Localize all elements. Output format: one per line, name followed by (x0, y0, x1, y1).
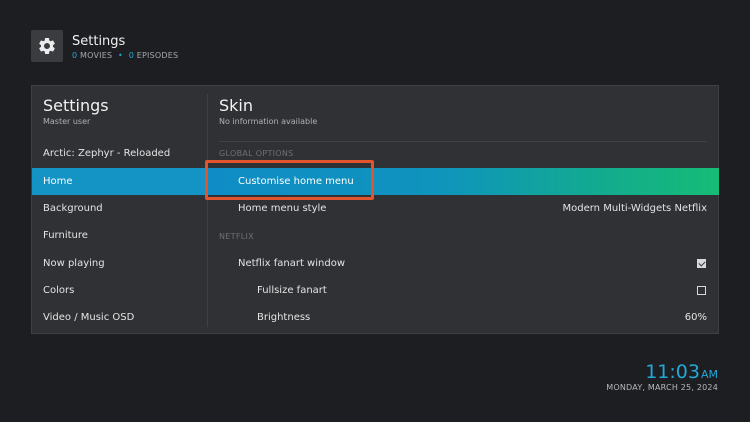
separator-dot: • (118, 51, 123, 60)
category-background[interactable]: Background (32, 195, 207, 222)
clock-time: 11:03 (645, 361, 700, 383)
right-panel-subtitle: No information available (219, 117, 318, 126)
library-counts: 0 MOVIES • 0 EPISODES (72, 51, 178, 60)
category-furniture[interactable]: Furniture (32, 222, 207, 249)
settings-panel: Settings Master user Arctic: Zephyr - Re… (31, 85, 719, 334)
option-value: 60% (684, 312, 707, 323)
episodes-label: EPISODES (136, 51, 179, 60)
gear-icon (39, 37, 55, 54)
movies-label: MOVIES (80, 51, 113, 60)
section-global-options: GLOBAL OPTIONS (219, 149, 294, 158)
category-skin-name[interactable]: Arctic: Zephyr - Reloaded (32, 140, 207, 167)
option-label: Brightness (257, 312, 311, 323)
movies-count: 0 (72, 51, 78, 60)
category-now-playing[interactable]: Now playing (32, 250, 207, 277)
left-panel-subtitle: Master user (43, 117, 91, 126)
clock-date: MONDAY, MARCH 25, 2024 (606, 383, 718, 392)
option-fullsize-fanart[interactable]: Fullsize fanart (208, 277, 719, 304)
option-label: Netflix fanart window (238, 258, 345, 269)
category-home[interactable]: Home (32, 168, 207, 195)
right-header-divider (219, 141, 707, 142)
section-netflix: NETFLIX (219, 232, 254, 241)
highlight-annotation-box (205, 160, 374, 200)
left-panel-title: Settings (43, 96, 109, 115)
settings-tile (31, 30, 63, 62)
category-video-music-osd[interactable]: Video / Music OSD (32, 304, 207, 331)
option-netflix-fanart-window[interactable]: Netflix fanart window (208, 250, 719, 277)
option-value: Modern Multi-Widgets Netflix (562, 203, 708, 214)
clock-ampm: AM (700, 368, 718, 381)
checkbox-checked-icon[interactable] (697, 259, 706, 268)
option-label: Fullsize fanart (257, 285, 327, 296)
page-title: Settings (72, 34, 126, 49)
category-colors[interactable]: Colors (32, 277, 207, 304)
clock: 11:03AM (645, 361, 718, 383)
right-panel-title: Skin (219, 96, 254, 115)
checkbox-unchecked-icon[interactable] (697, 286, 706, 295)
episodes-count: 0 (128, 51, 134, 60)
option-brightness[interactable]: Brightness 60% (208, 304, 719, 331)
